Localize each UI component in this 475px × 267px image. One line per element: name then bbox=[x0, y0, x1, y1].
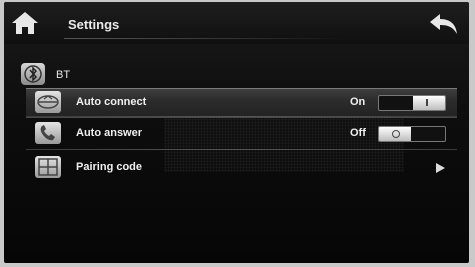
page-title: Settings bbox=[68, 17, 120, 32]
auto-connect-label: Auto connect bbox=[76, 96, 147, 108]
auto-connect-value: On bbox=[350, 96, 366, 108]
back-button[interactable] bbox=[428, 12, 460, 36]
settings-screen: Settings BT Auto connect On Auto answer … bbox=[4, 2, 469, 263]
auto-answer-toggle[interactable] bbox=[378, 126, 446, 142]
auto-connect-row[interactable]: Auto connect On bbox=[26, 88, 457, 118]
phone-answer-icon bbox=[35, 122, 61, 144]
toggle-knob bbox=[413, 96, 445, 110]
section-label: BT bbox=[56, 69, 71, 81]
home-icon bbox=[12, 12, 38, 34]
pairing-code-label: Pairing code bbox=[76, 161, 143, 173]
row-divider bbox=[26, 149, 457, 150]
auto-answer-label: Auto answer bbox=[76, 127, 143, 139]
auto-answer-value: Off bbox=[350, 127, 366, 139]
row-divider bbox=[26, 116, 457, 117]
toggle-on-mark bbox=[426, 99, 428, 106]
auto-connect-icon bbox=[35, 91, 61, 113]
auto-connect-toggle[interactable] bbox=[378, 95, 446, 111]
header-divider bbox=[64, 38, 344, 39]
back-arrow-icon bbox=[430, 14, 457, 34]
pairing-code-row[interactable]: Pairing code bbox=[26, 154, 457, 182]
toggle-off-mark bbox=[392, 130, 400, 138]
home-button[interactable] bbox=[10, 10, 40, 36]
bluetooth-icon bbox=[21, 63, 45, 85]
keypad-icon bbox=[35, 156, 61, 178]
chevron-right-icon bbox=[436, 163, 445, 173]
auto-answer-row[interactable]: Auto answer Off bbox=[26, 120, 457, 148]
